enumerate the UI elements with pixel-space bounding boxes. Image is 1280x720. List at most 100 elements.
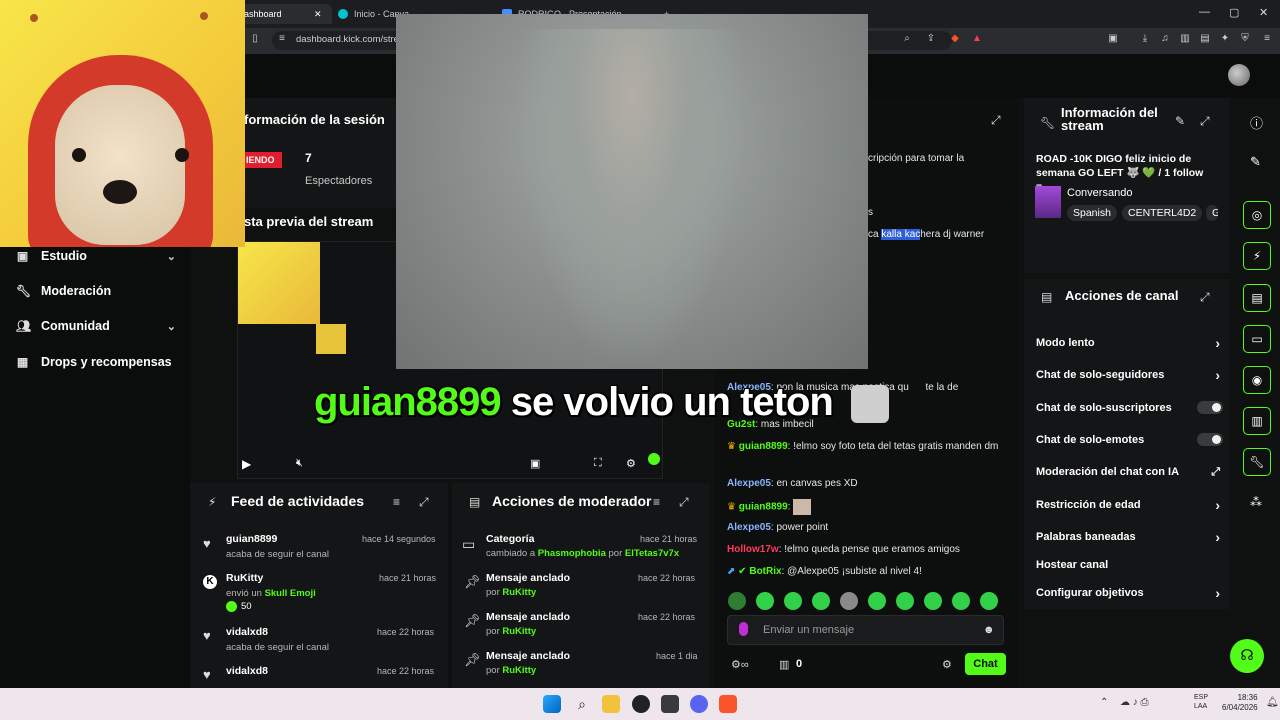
chat-username[interactable]: Alexpe05 — [727, 522, 771, 533]
mod-target[interactable]: Phasmophobia — [538, 548, 606, 559]
feed-user[interactable]: RuKitty — [226, 572, 263, 584]
mute-icon[interactable]: 🔇︎ — [296, 457, 303, 470]
emote-icon[interactable] — [728, 592, 746, 610]
brave-rewards-icon[interactable]: ▲ — [971, 33, 983, 45]
microphone-icon[interactable] — [739, 622, 748, 636]
emote-icon[interactable] — [840, 592, 858, 610]
action-configurar-objetivos[interactable]: Configurar objetivos › — [1036, 585, 1220, 601]
emote-icon[interactable] — [812, 592, 830, 610]
emote-only-toggle[interactable] — [1197, 433, 1223, 446]
user-avatar[interactable] — [1228, 64, 1250, 86]
windows-start-icon[interactable] — [543, 695, 561, 713]
action-restriccion-edad[interactable]: Restricción de edad › — [1036, 497, 1220, 513]
more-icon[interactable]: ⁂ — [1250, 495, 1262, 509]
emote-icon[interactable] — [756, 592, 774, 610]
category-name[interactable]: Conversando — [1067, 187, 1132, 199]
tray-chevron-icon[interactable]: ⌃ — [1100, 697, 1108, 708]
tab-search-icon[interactable]: ▣ — [1107, 33, 1119, 45]
filter-icon[interactable]: ≡ — [393, 495, 400, 509]
gift-icon[interactable]: ▥ — [779, 658, 789, 671]
chat-username[interactable]: Hollow17w — [727, 544, 779, 555]
filter-icon[interactable]: ≡ — [653, 495, 660, 509]
pencil-icon[interactable]: ✎ — [1250, 154, 1261, 170]
info-icon[interactable]: ⓘ — [1250, 113, 1263, 132]
chat-username[interactable]: guian8899 — [739, 441, 788, 452]
subs-only-toggle[interactable] — [1197, 401, 1223, 414]
emote-icon[interactable] — [924, 592, 942, 610]
maximize-icon[interactable]: ▢ — [1229, 6, 1239, 19]
popout-icon[interactable]: ⤢ — [679, 495, 689, 510]
extensions-icon[interactable]: ✦ — [1219, 33, 1231, 45]
play-icon[interactable]: ▶ — [242, 457, 251, 471]
sidebar-item-estudio[interactable]: ▣ Estudio ⌄ — [16, 249, 176, 263]
action-hostear-canal[interactable]: Hostear canal — [1036, 559, 1220, 571]
edit-icon[interactable]: ✎ — [1175, 114, 1185, 128]
site-info-icon[interactable]: ≡ — [276, 33, 288, 45]
notifications-icon[interactable]: 🔔︎ — [1266, 697, 1279, 708]
emoji-icon[interactable]: ☻ — [983, 624, 995, 636]
sidebar-item-comunidad[interactable]: 👥︎ Comunidad ⌄ — [16, 319, 176, 333]
action-palabras-baneadas[interactable]: Palabras baneadas › — [1036, 529, 1220, 545]
popout-icon[interactable]: ⤢ — [991, 113, 1001, 128]
support-headset-icon[interactable]: ☊ — [1230, 639, 1264, 673]
mod-by-user[interactable]: ElTetas7v7x — [625, 548, 679, 559]
tray-icons[interactable]: ☁ ♪ ⎙ — [1120, 697, 1149, 708]
rail-wrench-button[interactable]: 🔧︎ — [1243, 448, 1271, 476]
emote-icon[interactable] — [868, 592, 886, 610]
minimize-icon[interactable]: — — [1199, 6, 1210, 18]
rail-camera-button[interactable]: ◎ — [1243, 201, 1271, 229]
close-tab-icon[interactable]: ✕ — [314, 9, 322, 20]
fullscreen-icon[interactable]: ⛶ — [594, 457, 602, 470]
popout-icon[interactable]: ⤢ — [1200, 114, 1210, 129]
rail-chat-button[interactable]: ▭ — [1243, 325, 1271, 353]
chat-username[interactable]: BotRix — [749, 566, 781, 577]
settings-points-icon[interactable]: ⚙∞ — [731, 658, 749, 671]
download-icon[interactable]: ⤓ — [1139, 33, 1151, 45]
zoom-icon[interactable]: ⌕ — [901, 33, 913, 45]
menu-icon[interactable]: ≡ — [1261, 33, 1273, 45]
mod-by-user[interactable]: RuKitty — [502, 665, 536, 676]
wallet-icon[interactable]: ▤ — [1199, 33, 1211, 45]
bookmark-icon[interactable]: ▯ — [249, 33, 261, 45]
obs-icon[interactable] — [632, 695, 650, 713]
share-icon[interactable]: ⇪ — [925, 33, 937, 45]
popout-icon[interactable]: ⤢ — [419, 495, 429, 510]
music-icon[interactable]: ♫ — [1159, 33, 1171, 45]
emote-icon[interactable] — [896, 592, 914, 610]
popout-icon[interactable]: ⤢ — [1200, 290, 1210, 305]
rail-bolt-button[interactable]: ⚡︎ — [1243, 242, 1271, 270]
tab-dashboard[interactable]: ashboard ✕ — [240, 4, 332, 24]
discord-icon[interactable] — [690, 695, 708, 713]
pip-icon[interactable]: ▣ — [530, 457, 540, 470]
file-explorer-icon[interactable] — [602, 695, 620, 713]
emote-icon[interactable] — [952, 592, 970, 610]
mod-by-user[interactable]: RuKitty — [502, 626, 536, 637]
feed-user[interactable]: vidalxd8 — [226, 665, 268, 677]
app-icon[interactable] — [661, 695, 679, 713]
language-indicator[interactable]: ESP LAA — [1194, 693, 1208, 711]
feed-user[interactable]: guian8899 — [226, 533, 277, 545]
feed-gift-item[interactable]: Skull Emoji — [265, 588, 316, 599]
chat-username[interactable]: guian8899 — [739, 502, 788, 513]
stream-tag[interactable]: CENTERL4D2 — [1122, 205, 1203, 221]
action-moderacion-ia[interactable]: Moderación del chat con IA ⤢ — [1036, 466, 1220, 478]
stream-tag[interactable]: Spanish — [1067, 205, 1117, 221]
chat-settings-icon[interactable]: ⚙ — [942, 658, 952, 671]
chat-send-button[interactable]: Chat — [965, 653, 1006, 675]
vpn-icon[interactable]: ⛨ — [1239, 33, 1251, 45]
brave-icon[interactable] — [719, 695, 737, 713]
sidebar-item-drops[interactable]: ▦ Drops y recompensas — [16, 355, 176, 369]
sidebar-toggle-icon[interactable]: ▥ — [1179, 33, 1191, 45]
rail-list-button[interactable]: ▥ — [1243, 407, 1271, 435]
emote-icon[interactable] — [980, 592, 998, 610]
emote-icon[interactable] — [784, 592, 802, 610]
category-thumbnail[interactable] — [1035, 186, 1061, 218]
rail-broadcast-button[interactable]: ◉ — [1243, 366, 1271, 394]
settings-icon[interactable]: ⚙ — [626, 457, 636, 470]
action-modo-lento[interactable]: Modo lento › — [1036, 335, 1220, 351]
stream-tag[interactable]: G — [1206, 205, 1218, 221]
sidebar-item-moderacion[interactable]: 🔧︎ Moderación — [16, 284, 176, 298]
mod-by-user[interactable]: RuKitty — [502, 587, 536, 598]
close-window-icon[interactable]: ✕ — [1259, 6, 1268, 19]
system-clock[interactable]: 18:36 6/04/2026 — [1222, 693, 1258, 713]
